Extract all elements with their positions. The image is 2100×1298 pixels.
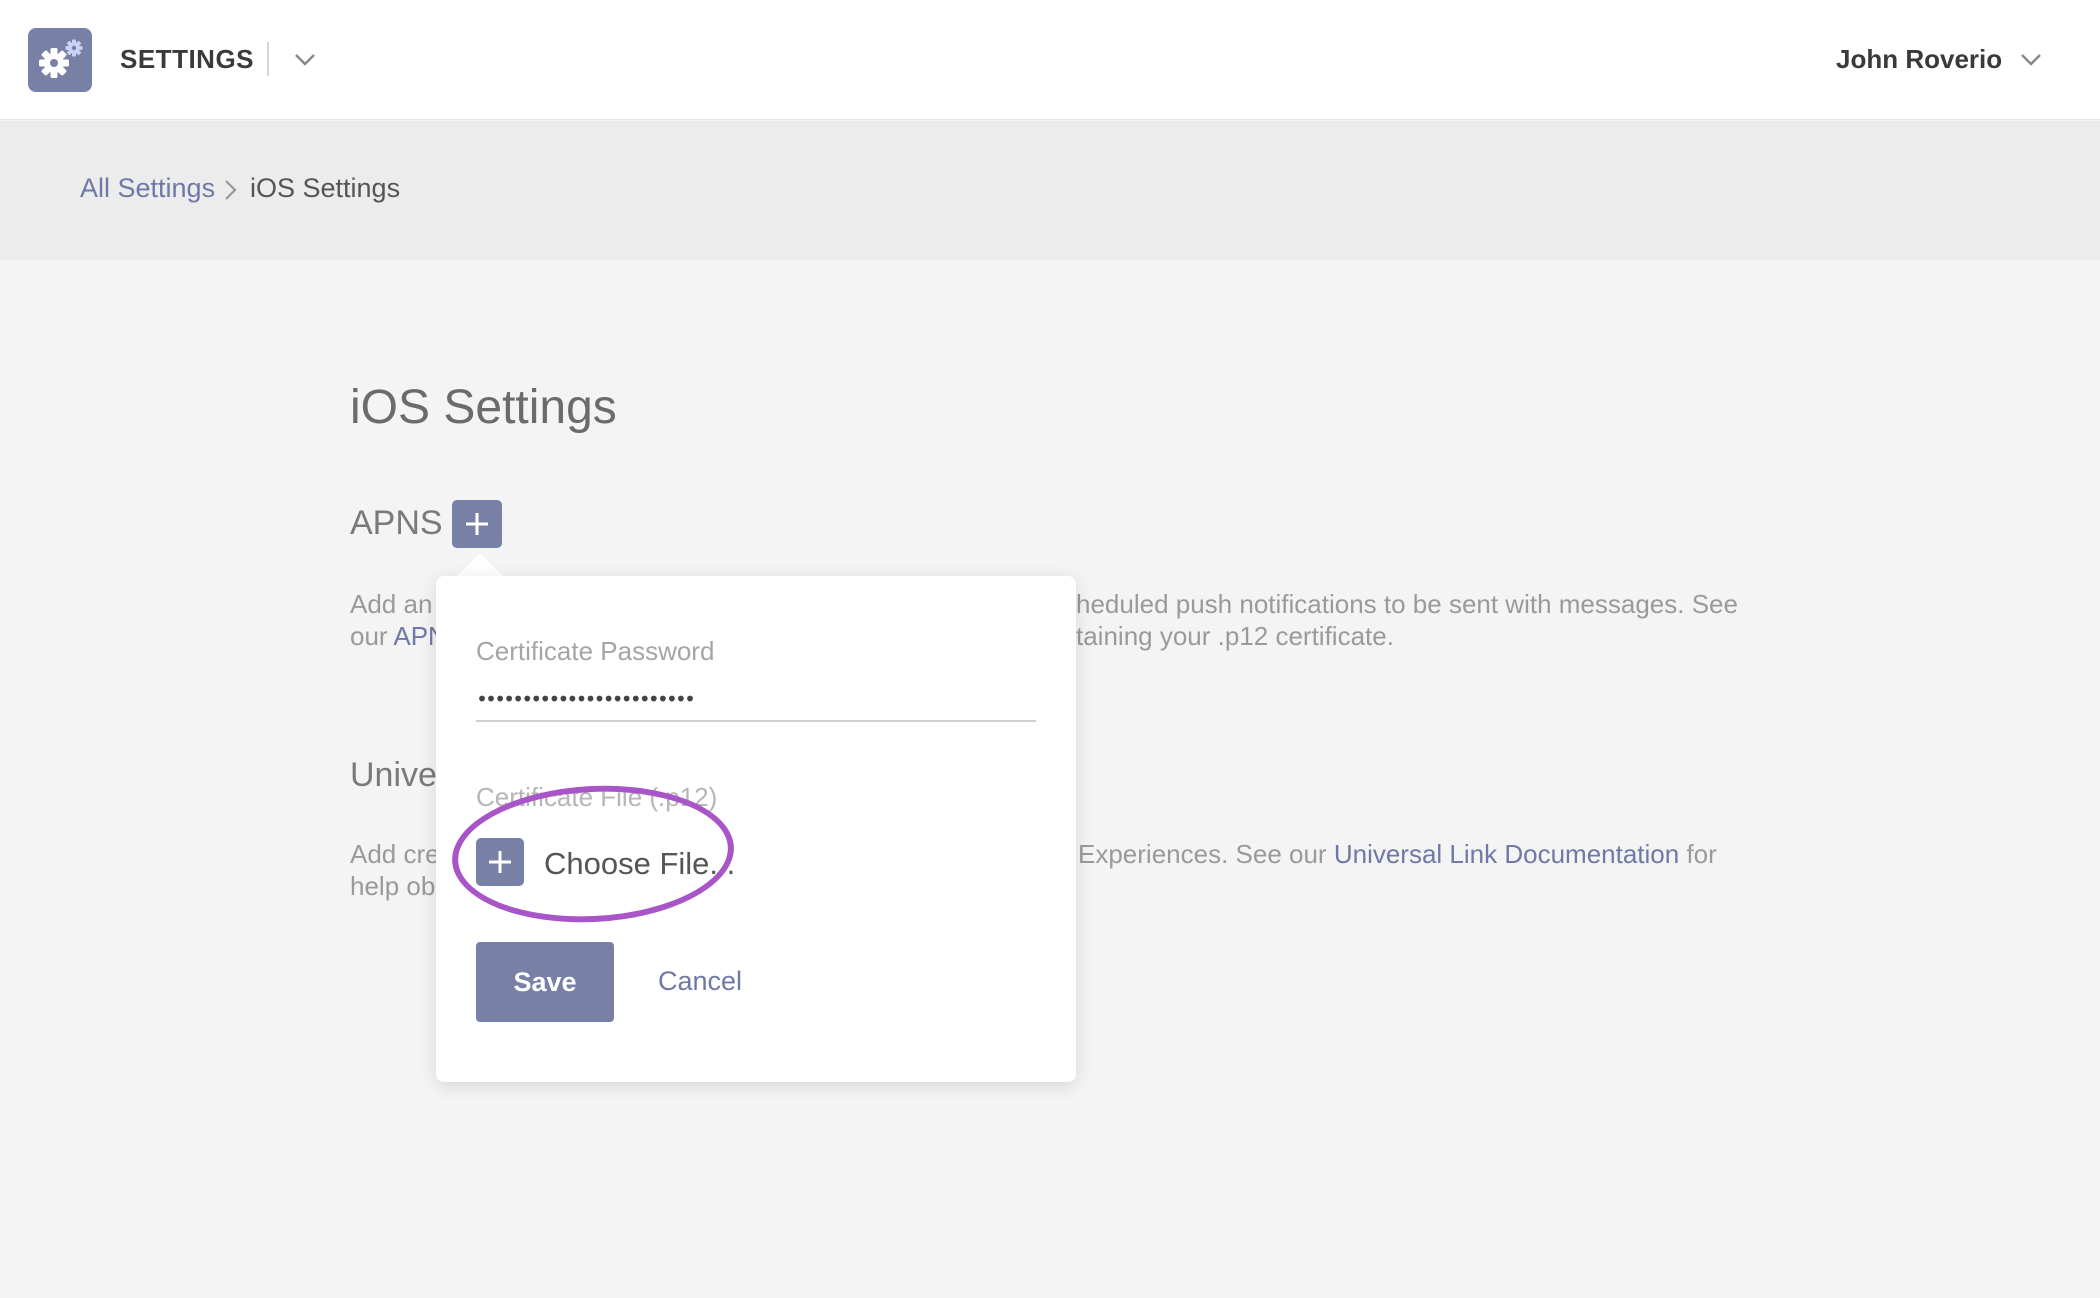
apns-desc-text: Add an: [350, 589, 433, 619]
apns-desc-text: our: [350, 621, 388, 651]
universal-desc-text: help ob: [350, 871, 436, 901]
apns-add-button[interactable]: [452, 500, 502, 548]
universal-desc-text: for: [1686, 839, 1717, 869]
user-name: John Roverio: [1836, 44, 2003, 74]
settings-gear-icon[interactable]: [28, 28, 92, 92]
chevron-right-icon: [225, 180, 237, 200]
apns-heading: APNS: [350, 504, 443, 542]
user-menu[interactable]: John Roverio: [1830, 36, 2070, 84]
header-divider: [267, 42, 269, 76]
certificate-password-input[interactable]: [476, 678, 1036, 722]
breadcrumb-all-settings[interactable]: All Settings: [80, 173, 215, 204]
apns-description-line1: Add an: [350, 588, 432, 620]
plus-icon: [466, 513, 488, 535]
apns-description-line2: our APN: [350, 620, 447, 652]
universal-links-heading: Unive: [350, 756, 437, 794]
universal-description-line1: Add cre: [350, 838, 440, 870]
app-name: SETTINGS: [120, 44, 255, 74]
universal-link-documentation[interactable]: Universal Link Documentation: [1334, 839, 1679, 869]
apns-desc-text: heduled push notifications to be sent wi…: [1076, 589, 1738, 619]
certificate-password-label: Certificate Password: [476, 636, 715, 666]
apns-desc-text: taining your .p12 certificate.: [1076, 621, 1394, 651]
chevron-down-icon: [2021, 54, 2041, 66]
app-switcher-chevron-down-icon[interactable]: [288, 40, 322, 80]
breadcrumb: All Settings iOS Settings: [0, 121, 2100, 260]
apns-description-line2-right: taining your .p12 certificate.: [1076, 620, 1394, 652]
universal-desc-text: Add cre: [350, 839, 440, 869]
universal-description-line2: help ob: [350, 870, 435, 902]
cancel-button[interactable]: Cancel: [658, 966, 742, 997]
universal-description-line1-right: Experiences. See our Universal Link Docu…: [1078, 838, 1717, 870]
breadcrumb-current: iOS Settings: [250, 173, 401, 203]
page-title: iOS Settings: [350, 381, 617, 434]
top-bar: SETTINGS John Roverio: [0, 0, 2100, 120]
universal-desc-text: Experiences. See our: [1078, 839, 1327, 869]
apns-description-line1-right: heduled push notifications to be sent wi…: [1076, 588, 1738, 620]
save-button[interactable]: Save: [476, 942, 614, 1022]
